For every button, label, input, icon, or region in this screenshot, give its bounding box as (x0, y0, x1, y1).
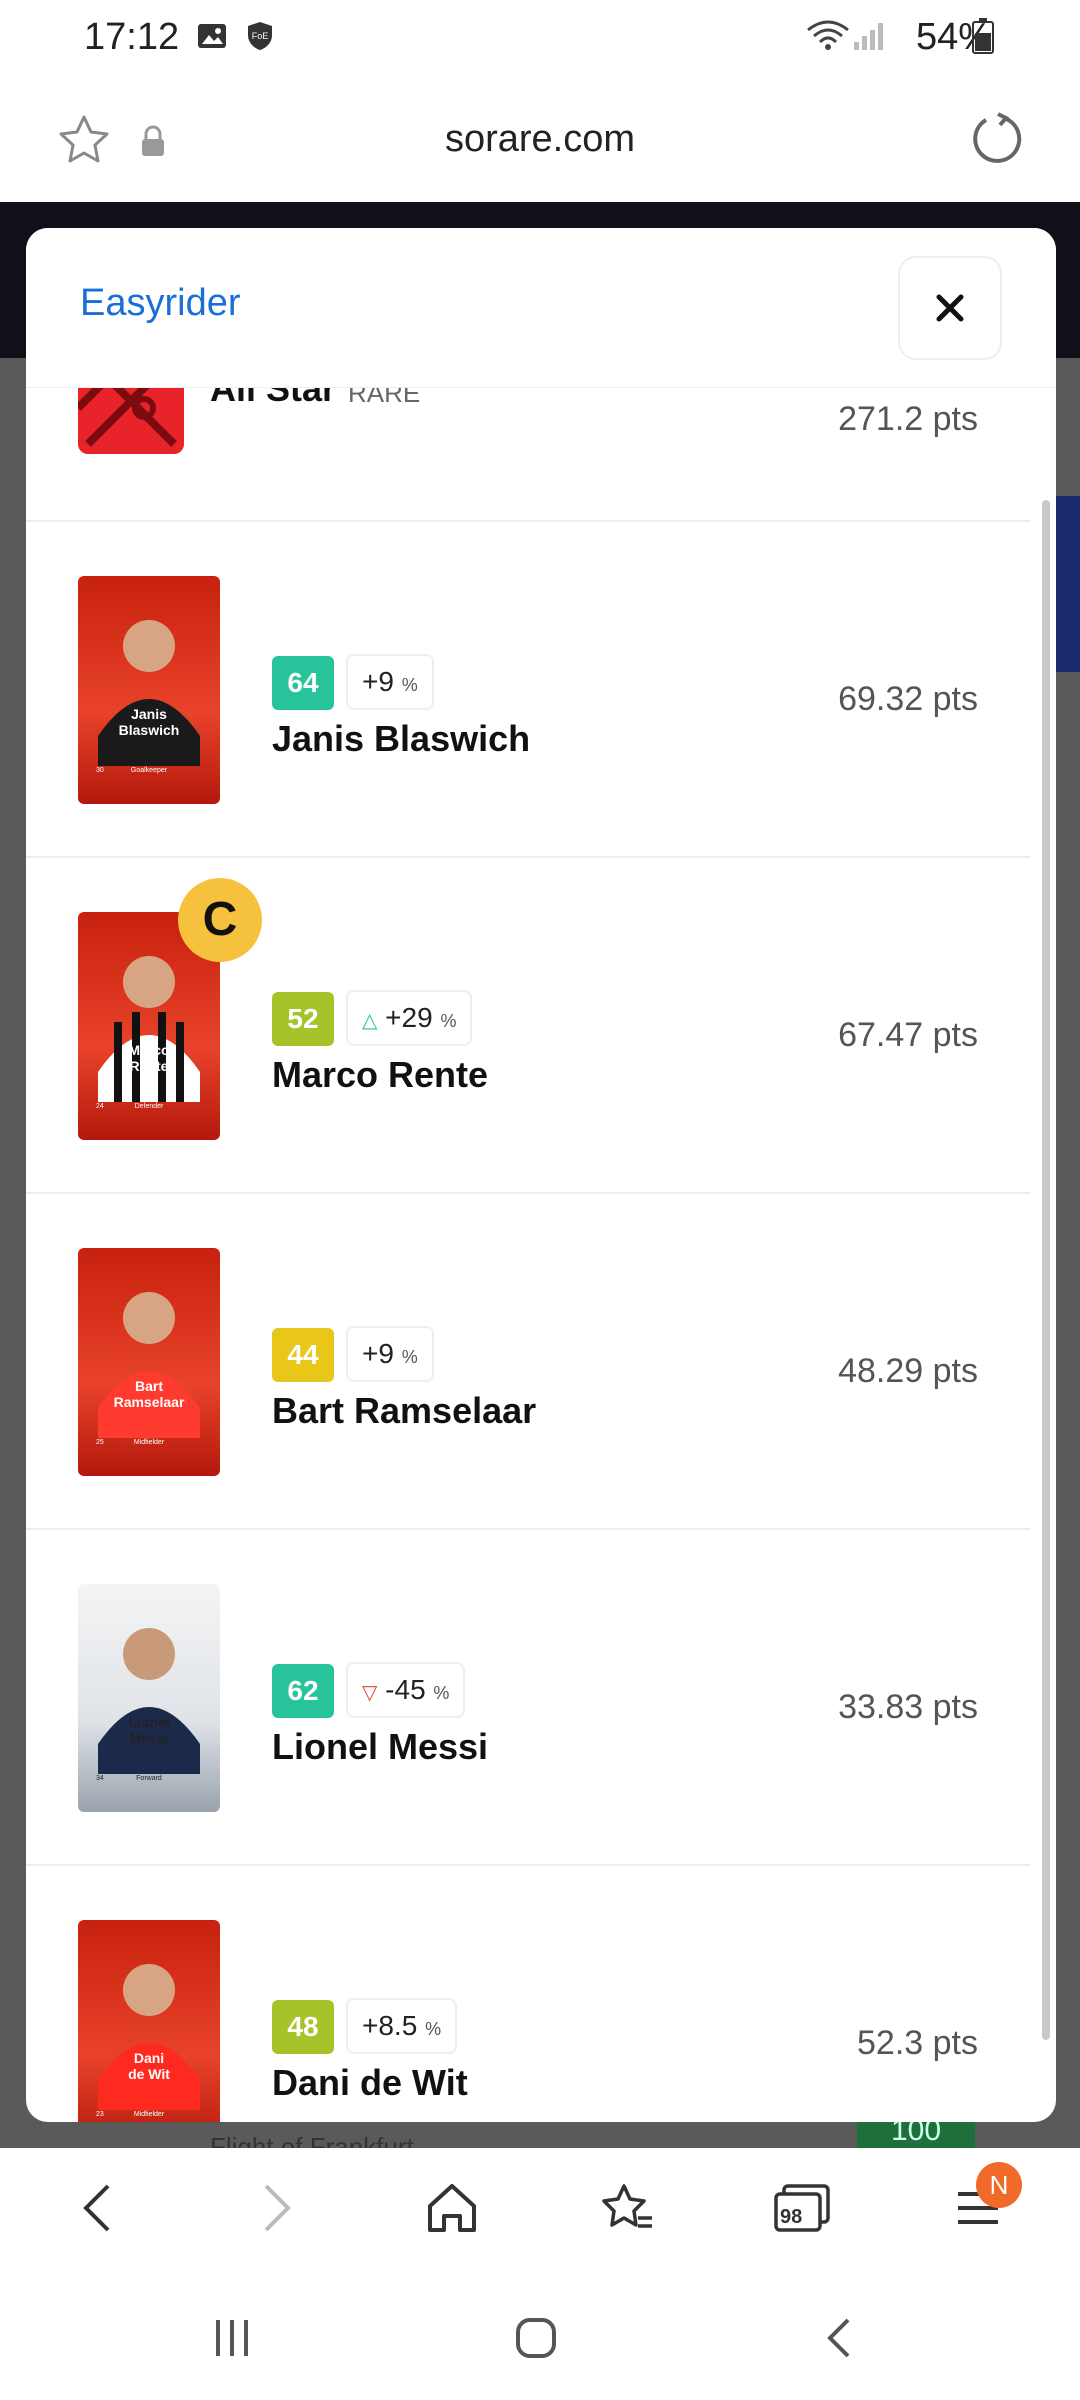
summary-name: All Star (210, 388, 337, 409)
player-points: 48.29 pts (838, 1352, 978, 1390)
card-player-name: Marco Rente (128, 1042, 170, 1074)
card-position: Defender (134, 1103, 164, 1110)
system-nav-bar (0, 2268, 1080, 2400)
home-button[interactable] (416, 2172, 488, 2244)
back-button[interactable] (62, 2172, 134, 2244)
svg-text:FoE: FoE (252, 31, 269, 41)
card-player-name: Lionel Messi (128, 1714, 170, 1746)
card-position: Forward (136, 1775, 162, 1782)
bookmarks-button[interactable] (592, 2172, 664, 2244)
back-nav-icon (827, 2318, 850, 2358)
tab-count: 98 (780, 2206, 803, 2228)
home-icon (428, 2184, 476, 2232)
back-icon (83, 2184, 110, 2232)
score-delta: +9 % (346, 1326, 434, 1382)
shield-icon: FoE (248, 22, 272, 50)
percent-symbol: % (425, 2019, 442, 2039)
score-delta: △ +29 % (346, 990, 473, 1046)
player-name: Janis Blaswich (272, 718, 531, 759)
player-score-badge: 62 (272, 1664, 334, 1718)
player-card-image[interactable]: Dani de Wit 23 Midfielder (78, 1920, 220, 2122)
delta-value: +9 (362, 666, 394, 697)
percent-symbol: % (440, 1011, 457, 1031)
player-name: Dani de Wit (272, 2062, 468, 2103)
card-player-name: Janis Blaswich (118, 706, 180, 738)
close-icon (936, 294, 964, 322)
url-text[interactable]: sorare.com (0, 118, 1080, 161)
delta-value: +8.5 (362, 2010, 418, 2041)
close-button[interactable] (898, 256, 1002, 360)
player-points: 33.83 pts (838, 1688, 978, 1726)
status-time: 17:12 (84, 16, 180, 58)
percent-symbol: % (401, 675, 418, 695)
card-player-name: Bart Ramselaar (113, 1378, 185, 1410)
battery-icon (972, 18, 994, 54)
status-bar: 17:12 FoE 54% (0, 0, 1080, 80)
trend-up-icon: △ (362, 1010, 378, 1032)
player-row[interactable]: Bart Ramselaar 25 Midfielder 44 +9 % Bar… (26, 1194, 1030, 1530)
player-card-image[interactable]: Bart Ramselaar 25 Midfielder (78, 1248, 220, 1476)
summary-points: 271.2 pts (838, 400, 978, 438)
card-position: Midfielder (133, 1439, 165, 1446)
player-score-badge: 48 (272, 2000, 334, 2054)
summary-row: All Star RARE 271.2 pts (26, 388, 1030, 522)
address-bar: sorare.com (0, 80, 1080, 202)
player-card-image[interactable]: Janis Blaswich 30 Goalkeeper (78, 576, 220, 804)
delta-value: -45 (385, 1674, 426, 1705)
score-delta: +8.5 % (346, 1998, 458, 2054)
score-delta: ▽ -45 % (346, 1662, 466, 1718)
gallery-icon (198, 24, 226, 48)
reload-icon[interactable] (968, 110, 1026, 168)
modal-body[interactable]: All Star RARE 271.2 pts Janis Blaswich 3… (26, 388, 1056, 2122)
card-position: Goalkeeper (130, 767, 168, 774)
player-points: 69.32 pts (838, 680, 978, 718)
player-score-badge: 64 (272, 656, 334, 710)
bookmark-star-icon (602, 2184, 652, 2228)
wifi-icon (807, 20, 849, 50)
player-points: 67.47 pts (838, 1016, 978, 1054)
back-nav-button[interactable] (810, 2312, 870, 2364)
player-score-badge: 52 (272, 992, 334, 1046)
player-photo-icon (98, 1964, 200, 2110)
player-score-badge: 44 (272, 1328, 334, 1382)
player-name: Marco Rente (272, 1054, 489, 1095)
player-row[interactable]: Janis Blaswich 30 Goalkeeper 64 +9 % Jan… (26, 522, 1030, 858)
modal-title[interactable]: Easyrider (80, 282, 241, 325)
player-name: Lionel Messi (272, 1726, 489, 1767)
trend-down-icon: ▽ (362, 1682, 378, 1704)
score-delta: +9 % (346, 654, 434, 710)
card-player-name: Dani de Wit (128, 2050, 170, 2082)
summary-rarity: RARE (348, 388, 421, 408)
delta-value: +29 (385, 1002, 433, 1033)
menu-notification-badge: N (976, 2162, 1022, 2208)
home-nav-button[interactable] (506, 2312, 566, 2364)
forward-icon (264, 2184, 291, 2232)
recent-apps-icon (216, 2320, 248, 2356)
player-row[interactable]: Lionel Messi 34 Forward 62 ▽ -45 % Lione… (26, 1530, 1030, 1866)
player-points: 52.3 pts (857, 2024, 978, 2062)
percent-symbol: % (401, 1347, 418, 1367)
card-position: Midfielder (133, 2111, 165, 2118)
signal-icon (854, 23, 883, 50)
all-star-logo-icon (78, 388, 184, 454)
player-row[interactable]: C Marco Rente 24 Defender 52 △ +29 % Mar… (26, 858, 1030, 1194)
browser-toolbar: 98 N (0, 2148, 1080, 2268)
home-circle-icon (516, 2318, 556, 2358)
player-name: Bart Ramselaar (272, 1390, 537, 1431)
recent-apps-button[interactable] (202, 2312, 262, 2364)
scrollbar[interactable] (1042, 500, 1050, 2040)
tabs-button[interactable]: 98 (766, 2172, 838, 2244)
captain-badge: C (178, 878, 262, 962)
forward-button[interactable] (240, 2172, 312, 2244)
player-card-image[interactable]: Lionel Messi 34 Forward (78, 1584, 220, 1812)
lineup-modal: Easyrider All Star RARE 271.2 pts Janis … (26, 228, 1056, 2122)
percent-symbol: % (433, 1683, 450, 1703)
modal-header: Easyrider (26, 228, 1056, 388)
delta-value: +9 (362, 1338, 394, 1369)
player-row[interactable]: Dani de Wit 23 Midfielder 48 +8.5 % Dani… (26, 1866, 1030, 2122)
